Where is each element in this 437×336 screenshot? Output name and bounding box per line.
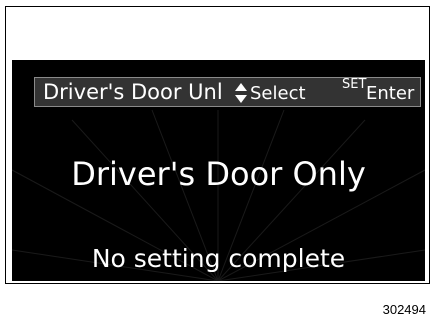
select-hint-label: Select — [250, 83, 306, 104]
display-screen: Driver's Door Unl Select SET Enter Drive… — [12, 60, 425, 281]
selected-option-text: Driver's Door Only — [71, 155, 366, 193]
set-button-hint-label: SET — [342, 77, 367, 92]
status-message: No setting complete — [91, 244, 346, 273]
menu-title: Driver's Door Unl — [43, 80, 223, 104]
menu-header-bar: Driver's Door Unl Select SET Enter — [34, 77, 421, 107]
enter-hint-label: Enter — [366, 83, 415, 104]
figure-number: 302494 — [382, 302, 426, 317]
updown-arrows-icon — [234, 82, 248, 104]
